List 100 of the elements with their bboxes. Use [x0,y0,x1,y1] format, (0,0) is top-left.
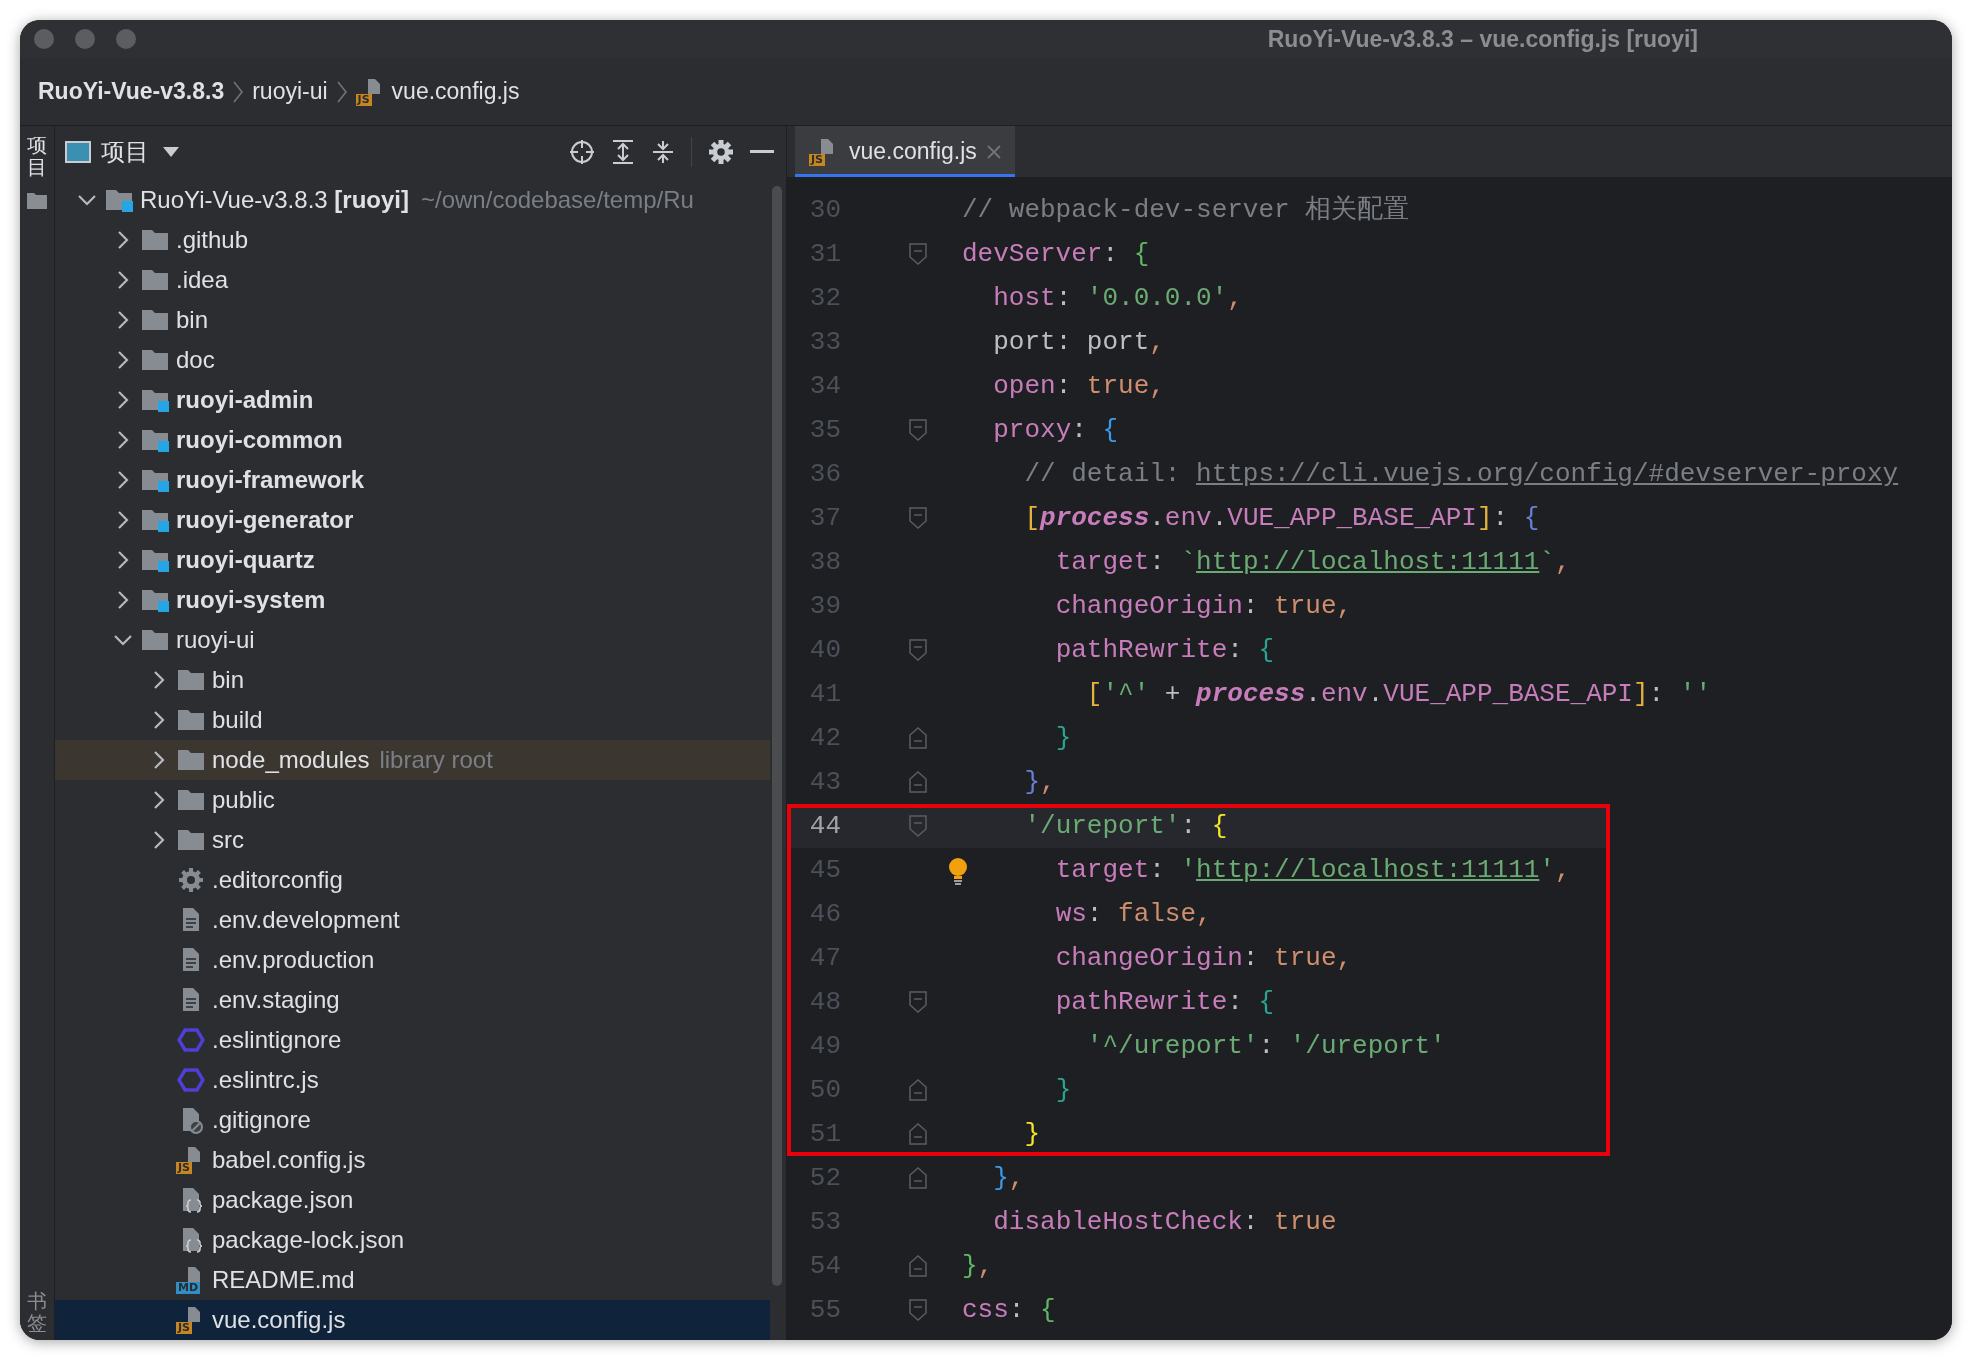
code-text: ['^' + process.env.VUE_APP_BASE_API]: '' [1085,678,1712,711]
code-link[interactable]: https://cli.vuejs.org/config/#devserver-proxy [1196,459,1899,489]
project-tool-button[interactable]: 项目 [27,134,47,178]
chevron-right-icon[interactable] [117,550,129,570]
tree-item[interactable]: public [55,780,770,820]
chevron-right-icon[interactable] [153,830,165,850]
expand-all-button[interactable] [611,139,635,165]
tree-item[interactable]: ruoyi-ui [55,620,770,660]
folder-icon [177,828,205,852]
chevron-right-icon[interactable] [153,750,165,770]
code-text: }, [1023,766,1057,799]
fold-marker-icon[interactable] [909,991,927,1013]
code-text: disableHostCheck: true [992,1206,1338,1239]
code-text: proxy: { [992,414,1120,447]
fold-marker-icon[interactable] [909,1167,927,1189]
breadcrumb-link[interactable]: ruoyi-ui [252,78,328,105]
chevron-right-icon[interactable] [117,310,129,330]
tree-item[interactable]: .eslintrc.js [55,1060,770,1100]
project-path: ~/own/codebase/temp/Ru [421,186,694,214]
folder-icon [141,268,169,292]
chevron-right-icon[interactable] [117,350,129,370]
tree-item[interactable]: .editorconfig [55,860,770,900]
tree-item[interactable]: RuoYi-Vue-v3.8.3 [ruoyi] ~/own/codebase/temp/Ru [55,180,770,220]
collapse-all-button[interactable] [651,139,675,165]
chevron-right-icon[interactable] [117,470,129,490]
code-text: // detail: https://cli.vuejs.org/config/#devserver-proxy [1023,458,1900,491]
tree-item[interactable]: ruoyi-generator [55,500,770,540]
project-view-dropdown[interactable]: 项目 [91,136,179,168]
breadcrumb-link[interactable]: RuoYi-Vue-v3.8.3 [38,78,225,105]
tree-item[interactable]: .env.staging [55,980,770,1020]
chevron-right-icon[interactable] [153,710,165,730]
tree-item[interactable]: bin [55,300,770,340]
tree-item[interactable]: bin [55,660,770,700]
chevron-right-icon[interactable] [117,510,129,530]
crosshair-icon [569,139,595,165]
tree-item[interactable]: .env.production [55,940,770,980]
tree-item[interactable]: package-lock.json [55,1220,770,1260]
tree-item[interactable]: src [55,820,770,860]
code-text: css: { [962,1294,1057,1327]
chevron-right-icon[interactable] [117,230,129,250]
breadcrumb-link[interactable]: JS vue.config.js [355,77,520,106]
fold-marker-icon[interactable] [909,815,927,837]
tree-item[interactable]: ruoyi-system [55,580,770,620]
fold-marker-icon[interactable] [909,1079,927,1101]
tree-item[interactable]: doc [55,340,770,380]
fold-marker-icon[interactable] [909,1123,927,1145]
fold-marker-icon[interactable] [909,639,927,661]
tree-item[interactable]: JS vue.config.js [55,1300,770,1340]
tree-item[interactable]: .gitignore [55,1100,770,1140]
chevron-down-icon[interactable] [113,634,133,646]
chevron-right-icon[interactable] [117,390,129,410]
module-folder-icon [141,428,169,452]
module-folder-icon [141,468,169,492]
scrollbar-thumb[interactable] [772,186,782,1286]
tree-item[interactable]: build [55,700,770,740]
fold-marker-icon[interactable] [909,419,927,441]
tree-item[interactable]: ruoyi-admin [55,380,770,420]
code-text: devServer: { [962,238,1151,271]
tree-item[interactable]: ruoyi-framework [55,460,770,500]
window-title: RuoYi-Vue-v3.8.3 – vue.config.js [ruoyi] [1267,25,1698,53]
code-text: changeOrigin: true, [1054,590,1354,623]
chevron-right-icon[interactable] [117,590,129,610]
tree-item[interactable]: ruoyi-quartz [55,540,770,580]
tree-item[interactable]: ruoyi-common [55,420,770,460]
lightbulb-icon[interactable] [947,857,969,885]
tree-item[interactable]: .env.development [55,900,770,940]
chevron-right-icon[interactable] [153,670,165,690]
minus-icon [750,150,774,154]
chevron-right-icon[interactable] [117,430,129,450]
tree-item[interactable]: MD README.md [55,1260,770,1300]
tree-item[interactable]: JS babel.config.js [55,1140,770,1180]
fold-marker-icon[interactable] [909,771,927,793]
hide-panel-button[interactable] [750,150,774,154]
tree-item[interactable]: package.json [55,1180,770,1220]
tree-item[interactable]: .eslintignore [55,1020,770,1060]
fold-marker-icon[interactable] [909,1255,927,1277]
folder-icon [177,668,205,692]
folder-icon [26,192,48,210]
code-link[interactable]: http://localhost:11111 [1196,547,1540,577]
line-number: 44 [808,810,842,843]
chevron-right-icon[interactable] [153,790,165,810]
tree-item[interactable]: .idea [55,260,770,300]
chevron-separator-icon [335,79,348,104]
code-text: '/ureport': { [1023,810,1229,843]
locate-button[interactable] [569,139,595,165]
hexagon-icon [177,1066,205,1094]
tree-item[interactable]: node_modules library root [55,740,770,780]
bookmarks-tool-button[interactable]: 书签 [27,1290,47,1334]
code-text: // webpack-dev-server 相关配置 [962,194,1411,227]
editor-tab[interactable]: JS vue.config.js [795,126,1015,177]
folder-icon [177,788,205,812]
fold-marker-icon[interactable] [909,1299,927,1321]
code-link[interactable]: http://localhost:11111 [1196,855,1540,885]
chevron-right-icon[interactable] [117,270,129,290]
chevron-down-icon[interactable] [77,194,97,206]
fold-marker-icon[interactable] [909,727,927,749]
settings-button[interactable] [708,139,734,165]
fold-marker-icon[interactable] [909,507,927,529]
tree-item[interactable]: .github [55,220,770,260]
fold-marker-icon[interactable] [909,243,927,265]
